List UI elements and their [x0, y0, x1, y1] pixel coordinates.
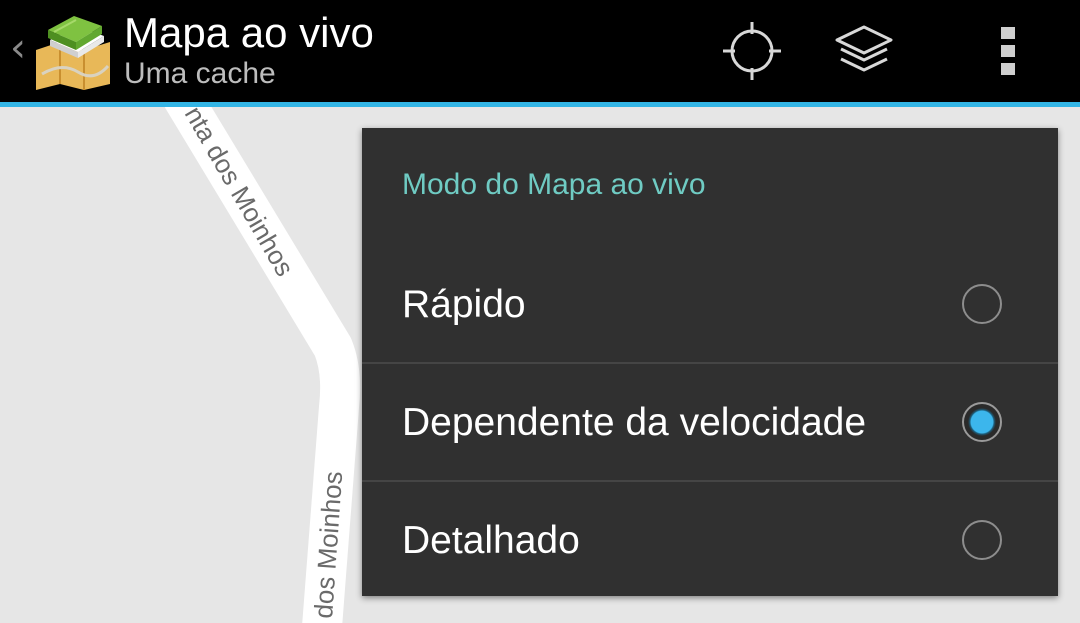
app-logo-icon	[36, 16, 110, 90]
menu-header: Modo do Mapa ao vivo	[362, 128, 1058, 246]
page-title: Mapa ao vivo	[124, 9, 374, 56]
layers-icon	[835, 25, 893, 72]
menu-option-speed-dependent[interactable]: Dependente da velocidade	[362, 364, 1058, 481]
overflow-menu-icon	[1001, 27, 1015, 75]
page-subtitle: Uma cache	[124, 57, 276, 90]
menu-option-detailed[interactable]: Detalhado	[362, 482, 1058, 599]
my-location-icon	[723, 22, 781, 80]
menu-option-label: Dependente da velocidade	[402, 400, 867, 444]
menu-option-fast[interactable]: Rápido	[362, 246, 1058, 363]
app-window: nta dos Moinhos dos Moinhos ‹ Mapa ao vi…	[0, 0, 1080, 623]
menu-title: Modo do Mapa ao vivo	[402, 168, 706, 201]
live-map-mode-menu: Modo do Mapa ao vivo Rápido Dependente d…	[362, 128, 1058, 596]
radio-unchecked-icon[interactable]	[962, 519, 1002, 560]
radio-checked-icon[interactable]	[962, 401, 1002, 442]
up-caret-icon: ‹	[10, 25, 26, 71]
up-navigation-button[interactable]: ‹	[0, 0, 120, 102]
action-bar-titles: Mapa ao vivo Uma cache	[124, 10, 374, 92]
overflow-menu-button[interactable]	[960, 0, 1056, 102]
menu-option-label: Rápido	[402, 282, 526, 326]
menu-option-label: Detalhado	[402, 518, 580, 562]
action-bar: ‹ Mapa ao vivo Uma cache	[0, 0, 1080, 107]
my-location-button[interactable]	[704, 0, 800, 102]
radio-unchecked-icon[interactable]	[962, 283, 1002, 324]
map-layers-button[interactable]	[816, 0, 912, 102]
